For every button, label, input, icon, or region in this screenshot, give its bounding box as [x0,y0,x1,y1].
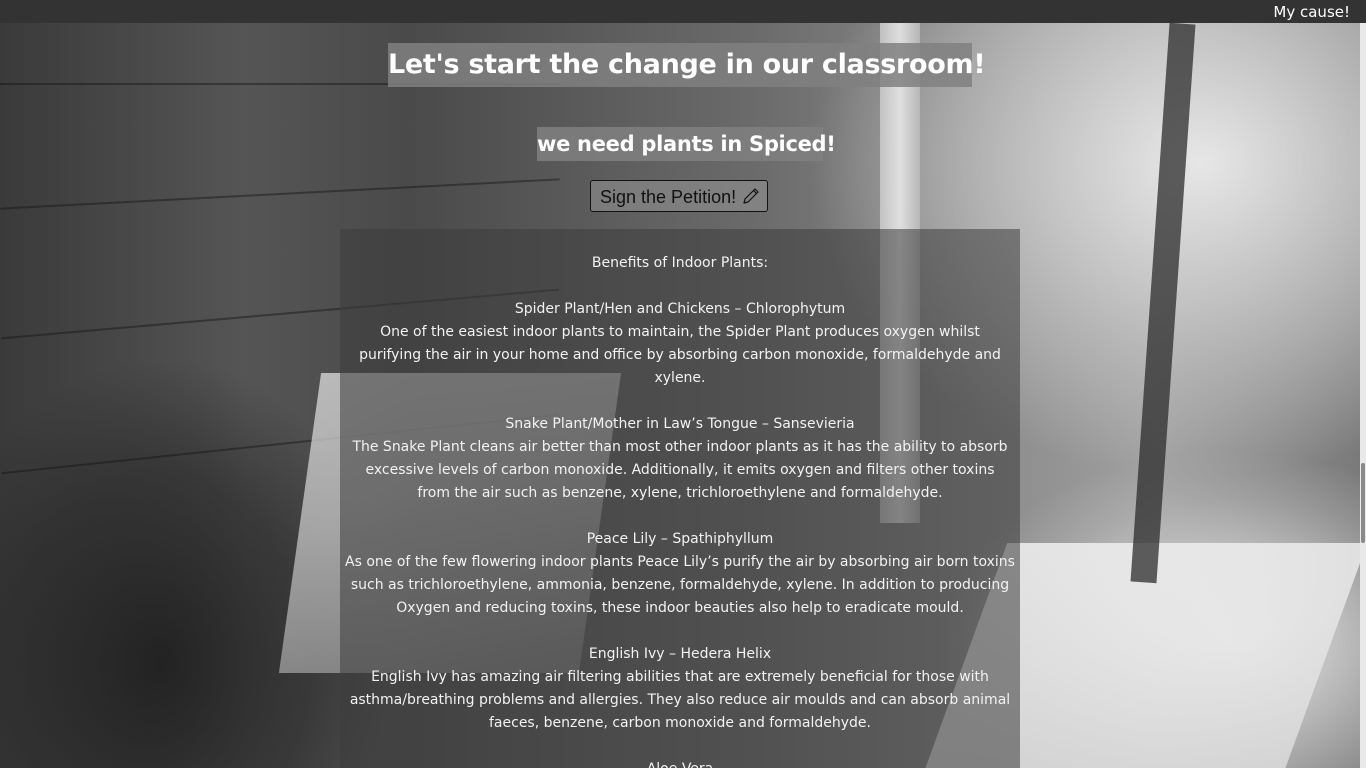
plant-name: Spider Plant/Hen and Chickens – Chloroph… [514,301,846,317]
brand-link[interactable]: My cause! [1273,3,1350,21]
sign-petition-button[interactable]: Sign the Petition! [590,180,768,212]
benefits-panel: Benefits of Indoor Plants: Spider Plant/… [340,229,1020,768]
plant-name: Aloe Vera [340,758,1020,768]
plant-description: As one of the few flowering indoor plant… [345,554,1015,616]
main-content: Let's start the change in our classroom!… [0,23,1360,768]
top-navbar: My cause! [0,0,1366,23]
scrollbar[interactable] [1360,23,1366,768]
plant-description: The Snake Plant cleans air better than m… [352,439,1008,501]
benefits-heading: Benefits of Indoor Plants: [591,255,769,271]
sign-petition-label: Sign the Petition! [600,187,737,207]
scrollbar-thumb[interactable] [1361,463,1365,543]
page-subtitle: we need plants in Spiced! [537,127,836,161]
pencil-icon [743,188,759,204]
page-title: Let's start the change in our classroom! [388,43,986,87]
plant-name: English Ivy – Hedera Helix [588,646,772,662]
plant-description: One of the easiest indoor plants to main… [359,324,1001,386]
plant-name: Peace Lily – Spathiphyllum [586,531,774,547]
plant-name: Snake Plant/Mother in Law’s Tongue – San… [505,416,855,432]
plant-description: English Ivy has amazing air filtering ab… [349,669,1011,731]
